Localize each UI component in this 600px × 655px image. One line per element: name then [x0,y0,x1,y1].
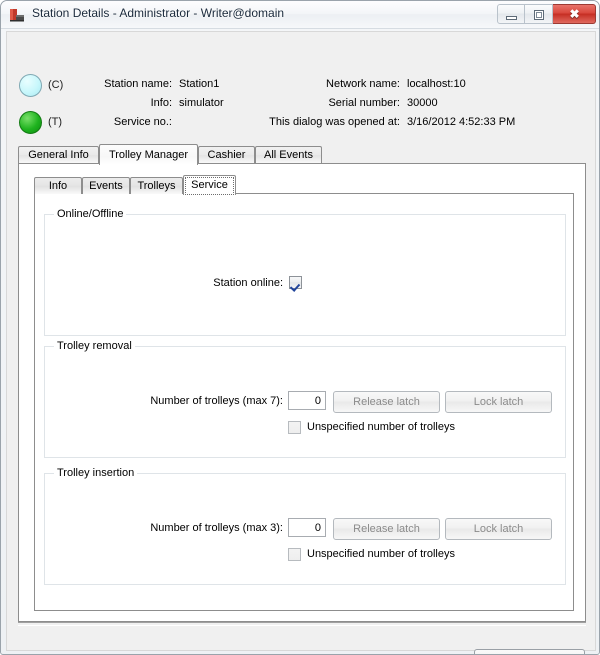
trolley-lamp-label: (T) [48,116,63,128]
insertion-lock-latch-button[interactable]: Lock latch [445,518,552,540]
trolley-removal-group-title: Trolley removal [54,340,135,352]
station-online-checkbox[interactable] [289,276,302,289]
tab-general-info[interactable]: General Info [18,146,99,164]
trolley-removal-group: Trolley removal Number of trolleys (max … [44,340,566,458]
insertion-unspecified-label: Unspecified number of trolleys [307,548,455,560]
removal-release-latch-button[interactable]: Release latch [333,391,440,413]
trolley-lamp [19,111,42,134]
dialog-opened-label: This dialog was opened at: [269,116,400,128]
tab-info-label: Info [48,180,68,192]
station-app-icon [10,9,24,22]
cashier-lamp [19,74,42,97]
tab-info[interactable]: Info [34,177,82,194]
tab-service-focus-rect [185,177,234,195]
network-name-label: Network name: [326,78,400,90]
tab-all-events[interactable]: All Events [255,146,322,164]
close-button[interactable]: ✖ [553,4,596,24]
station-details-window: Station Details - Administrator - Writer… [0,0,600,655]
insertion-count-input[interactable]: 0 [288,518,326,537]
online-offline-group: Online/Offline Station online: [44,208,566,336]
trolley-insertion-group: Trolley insertion Number of trolleys (ma… [44,467,566,585]
tab-service[interactable]: Service [183,175,236,195]
station-name-label: Station name: [104,78,172,90]
dialog-client-area: (C) (T) Station name: Station1 Info: sim… [6,31,596,654]
close-icon: ✖ [569,7,580,21]
tab-cashier[interactable]: Cashier [198,146,255,164]
removal-count-input[interactable]: 0 [288,391,326,410]
ok-button[interactable]: OK [474,649,585,654]
cashier-lamp-label: (C) [48,79,64,91]
tab-trolleys-label: Trolleys [137,180,176,192]
info-label: Info: [150,97,172,109]
station-online-label: Station online: [213,277,283,289]
insertion-release-latch-button[interactable]: Release latch [333,518,440,540]
title-bar[interactable]: Station Details - Administrator - Writer… [1,1,599,29]
tab-cashier-label: Cashier [207,149,246,161]
footer-separator [18,622,586,626]
outer-tab-strip: General Info Trolley Manager Cashier All… [18,144,586,165]
maximize-icon [534,10,544,20]
online-offline-group-title: Online/Offline [54,208,127,220]
dialog-opened-value: 3/16/2012 4:52:33 PM [407,116,516,128]
tab-general-info-label: General Info [28,149,89,161]
minimize-icon [506,16,517,20]
trolley-insertion-group-title: Trolley insertion [54,467,138,479]
tab-trolley-manager[interactable]: Trolley Manager [99,144,198,165]
tab-trolleys[interactable]: Trolleys [130,177,183,194]
service-no-label: Service no.: [113,116,172,128]
removal-unspecified-label: Unspecified number of trolleys [307,421,455,433]
tab-trolley-manager-label: Trolley Manager [108,149,189,161]
tab-all-events-label: All Events [264,149,313,161]
info-value: simulator [179,97,224,109]
insertion-unspecified-checkbox[interactable] [288,548,301,561]
maximize-button[interactable] [525,4,553,24]
serial-number-label: Serial number: [328,97,400,109]
removal-count-label: Number of trolleys (max 7): [150,395,283,407]
tab-events-label: Events [89,180,123,192]
window-buttons: ✖ [497,4,596,25]
insertion-count-label: Number of trolleys (max 3): [150,522,283,534]
removal-lock-latch-button[interactable]: Lock latch [445,391,552,413]
minimize-button[interactable] [497,4,525,24]
serial-number-value: 30000 [407,97,438,109]
window-title: Station Details - Administrator - Writer… [32,6,285,20]
tab-events[interactable]: Events [82,177,130,194]
service-panel: Online/Offline Station online: Trolley r… [34,193,574,611]
station-name-value: Station1 [179,78,220,90]
network-name-value: localhost:10 [407,78,466,90]
removal-unspecified-checkbox[interactable] [288,421,301,434]
inner-tab-strip: Info Events Trolleys Service [34,175,574,195]
